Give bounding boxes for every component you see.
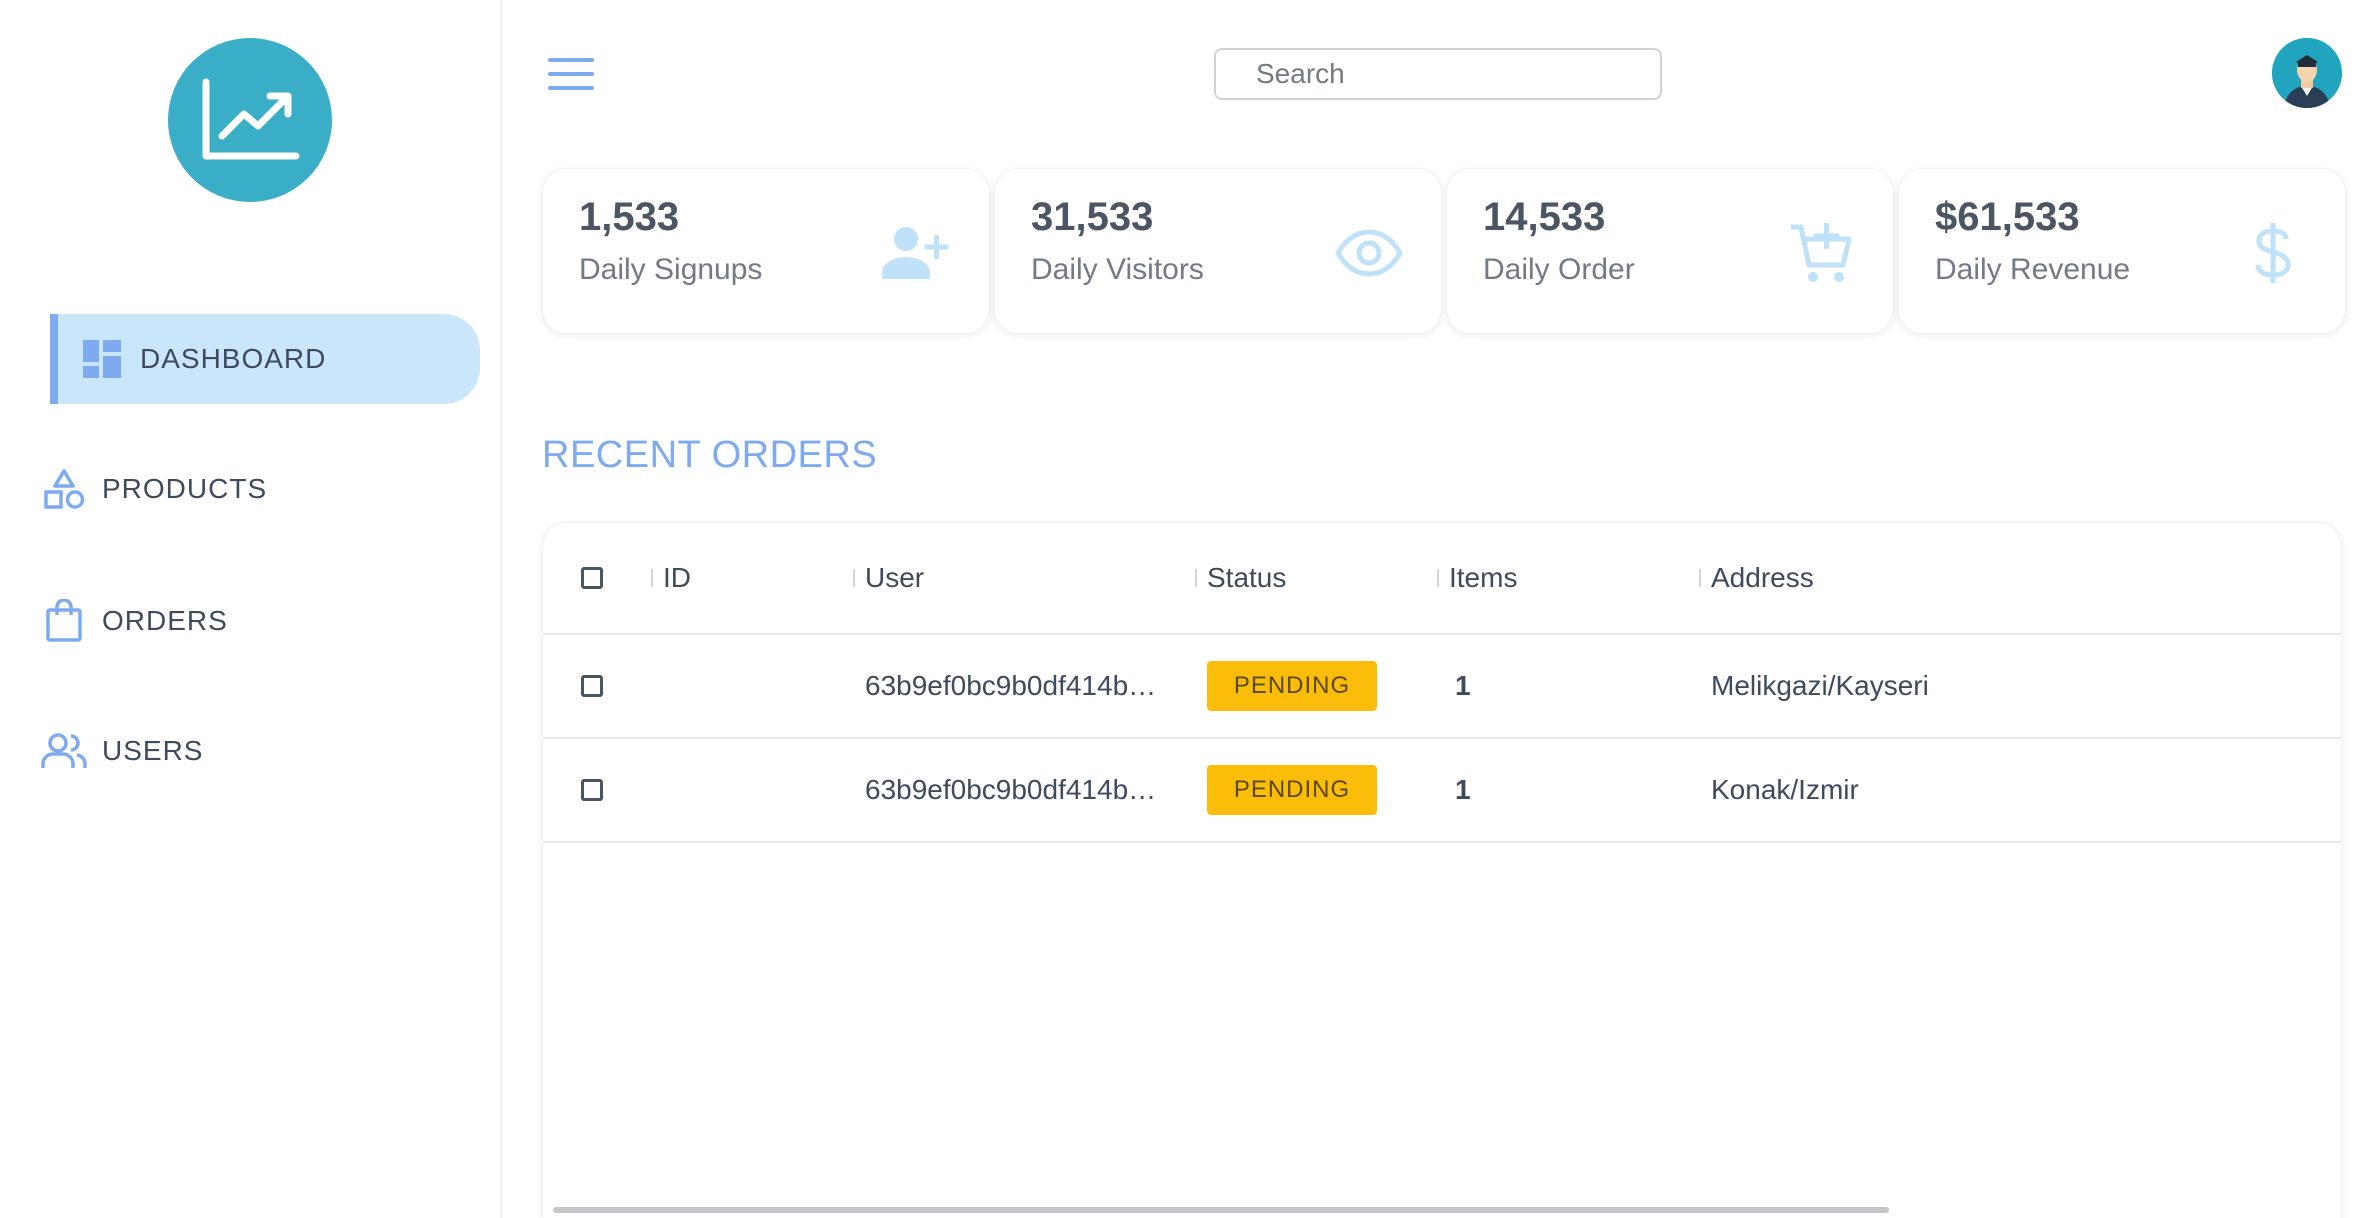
user-avatar-icon [2272, 38, 2342, 108]
cell-user: 63b9ef0bc9b0df414b… [865, 670, 1157, 701]
person-add-icon [881, 217, 953, 289]
stat-value: $61,533 [1935, 195, 2080, 239]
recent-orders-table: ID User Status Items Address 63b9ef0bc9b… [542, 522, 2342, 1218]
stat-card-signups: 1,533 Daily Signups [542, 168, 990, 334]
hamburger-icon [548, 58, 594, 62]
sidebar-item-users[interactable]: USERS [40, 706, 203, 796]
table-row[interactable]: 63b9ef0bc9b0df414b… PENDING 1 Konak/Izmi… [543, 739, 2341, 843]
table-row[interactable]: 63b9ef0bc9b0df414b… PENDING 1 Melikgazi/… [543, 635, 2341, 739]
cell-items: 1 [1455, 774, 1471, 805]
stat-value: 31,533 [1031, 195, 1154, 239]
cell-address: Melikgazi/Kayseri [1711, 670, 1929, 701]
shapes-icon [40, 465, 88, 513]
sidebar-item-label: USERS [102, 735, 204, 766]
cell-address: Konak/Izmir [1711, 774, 1859, 805]
stat-value: 1,533 [579, 195, 680, 239]
hamburger-menu-button[interactable] [548, 56, 596, 92]
cell-user: 63b9ef0bc9b0df414b… [865, 774, 1157, 805]
stat-value: 14,533 [1483, 195, 1606, 239]
search-input[interactable] [1214, 48, 1662, 100]
column-header-id[interactable]: ID [663, 523, 691, 633]
sidebar-item-label: ORDERS [102, 605, 228, 636]
sidebar-item-dashboard[interactable]: DASHBOARD [50, 314, 480, 404]
eye-icon [1333, 217, 1405, 289]
row-checkbox[interactable] [581, 779, 603, 801]
column-header-user[interactable]: User [865, 523, 924, 633]
stat-label: Daily Order [1483, 253, 1635, 286]
cell-items: 1 [1455, 670, 1471, 701]
sidebar: DASHBOARD PRODUCTS ORDERS USERS [0, 0, 502, 1218]
sidebar-item-orders[interactable]: ORDERS [40, 576, 228, 666]
status-badge: PENDING [1207, 661, 1377, 711]
sidebar-item-label: PRODUCTS [102, 473, 268, 504]
dashboard-icon [78, 335, 126, 383]
column-header-items[interactable]: Items [1449, 523, 1517, 633]
recent-orders-title: RECENT ORDERS [542, 434, 878, 476]
sidebar-item-products[interactable]: PRODUCTS [40, 444, 267, 534]
stat-card-orders: 14,533 Daily Order [1446, 168, 1894, 334]
sidebar-item-label: DASHBOARD [140, 343, 327, 374]
row-checkbox[interactable] [581, 675, 603, 697]
chart-trending-up-icon [202, 78, 300, 160]
users-icon [40, 727, 88, 775]
dollar-icon [2237, 217, 2309, 289]
table-header: ID User Status Items Address [543, 523, 2341, 635]
stat-label: Daily Visitors [1031, 253, 1204, 286]
logo[interactable] [168, 38, 332, 202]
horizontal-scrollbar[interactable] [553, 1207, 1889, 1213]
column-header-status[interactable]: Status [1207, 523, 1286, 633]
shopping-bag-icon [40, 597, 88, 645]
stat-card-revenue: $61,533 Daily Revenue [1898, 168, 2346, 334]
stat-label: Daily Revenue [1935, 253, 2131, 286]
select-all-checkbox[interactable] [581, 567, 603, 589]
status-badge: PENDING [1207, 765, 1377, 815]
stat-label: Daily Signups [579, 253, 763, 286]
avatar[interactable] [2272, 38, 2342, 108]
column-header-address[interactable]: Address [1711, 523, 1814, 633]
cart-add-icon [1785, 217, 1857, 289]
stat-card-visitors: 31,533 Daily Visitors [994, 168, 1442, 334]
